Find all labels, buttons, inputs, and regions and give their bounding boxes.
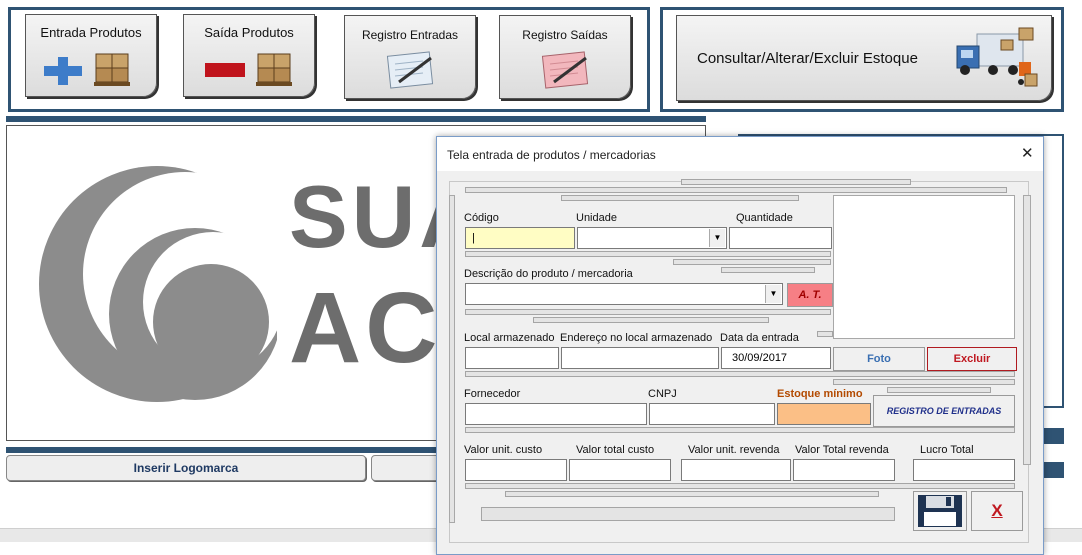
estoque-minimo-label: Estoque mínimo xyxy=(777,388,863,400)
bar xyxy=(465,371,1015,377)
valor-unit-custo-input[interactable] xyxy=(465,459,567,481)
cnpj-label: CNPJ xyxy=(648,388,677,400)
notepad-pen-icon xyxy=(541,51,589,89)
bar xyxy=(465,483,1015,489)
bar xyxy=(561,195,799,201)
data-input[interactable]: 30/09/2017 xyxy=(721,347,831,369)
boxes-icon xyxy=(94,53,130,86)
valor-unit-revenda-label: Valor unit. revenda xyxy=(688,444,780,456)
bar xyxy=(533,317,769,323)
lucro-total-input[interactable] xyxy=(913,459,1015,481)
bar xyxy=(673,259,831,265)
bar xyxy=(817,331,833,337)
inserir-logomarca-button[interactable]: Inserir Logomarca xyxy=(6,455,366,481)
at-button[interactable]: A. T. xyxy=(787,283,833,307)
registro-entradas-button[interactable]: Registro Entradas xyxy=(344,15,476,99)
quantidade-label: Quantidade xyxy=(736,212,793,224)
close-icon[interactable]: ✕ xyxy=(1021,144,1034,162)
valor-total-revenda-input[interactable] xyxy=(793,459,895,481)
product-image-box[interactable] xyxy=(833,195,1015,339)
bar xyxy=(505,491,879,497)
unidade-label: Unidade xyxy=(576,212,617,224)
logo-text-line2: AC xyxy=(289,272,442,384)
descricao-label: Descrição do produto / mercadoria xyxy=(464,268,633,280)
codigo-label: Código xyxy=(464,212,499,224)
registro-saidas-button[interactable]: Registro Saídas xyxy=(499,15,631,99)
consultar-estoque-button[interactable]: Consultar/Alterar/Excluir Estoque xyxy=(676,15,1052,101)
progress-bar xyxy=(481,507,895,521)
valor-total-revenda-label: Valor Total revenda xyxy=(795,444,889,456)
close-x-button[interactable]: X xyxy=(971,491,1023,531)
left-scrollbar[interactable] xyxy=(449,195,455,523)
descricao-select[interactable]: ▼ xyxy=(465,283,783,305)
consultar-estoque-label: Consultar/Alterar/Excluir Estoque xyxy=(697,50,918,67)
save-button[interactable] xyxy=(913,491,967,531)
quantidade-input[interactable] xyxy=(729,227,832,249)
entrada-dialog: Tela entrada de produtos / mercadorias ✕… xyxy=(436,136,1044,555)
valor-unit-revenda-input[interactable] xyxy=(681,459,791,481)
foto-button[interactable]: Foto xyxy=(833,347,925,371)
bar xyxy=(465,251,831,257)
bar xyxy=(681,179,911,185)
plus-icon xyxy=(44,57,82,85)
data-label: Data da entrada xyxy=(720,332,799,344)
vertical-scrollbar[interactable] xyxy=(1023,195,1031,465)
endereco-label: Endereço no local armazenado xyxy=(560,332,713,344)
right-strip-2 xyxy=(1044,462,1064,478)
fornecedor-label: Fornecedor xyxy=(464,388,521,400)
bar xyxy=(465,309,831,315)
bar xyxy=(887,387,991,393)
unidade-select[interactable]: ▼ xyxy=(577,227,727,249)
minus-icon xyxy=(205,63,245,77)
valor-unit-custo-label: Valor unit. custo xyxy=(464,444,543,456)
endereco-input[interactable] xyxy=(561,347,719,369)
saida-produtos-button[interactable]: Saída Produtos xyxy=(183,14,315,97)
truck-forklift-icon xyxy=(956,27,1038,87)
registro-entradas-dialog-button[interactable]: REGISTRO DE ENTRADAS xyxy=(873,395,1015,427)
excluir-button[interactable]: Excluir xyxy=(927,347,1017,371)
valor-total-custo-input[interactable] xyxy=(569,459,671,481)
notepad-pen-icon xyxy=(386,51,434,89)
bar xyxy=(465,187,1007,193)
estoque-minimo-input[interactable] xyxy=(777,403,871,425)
bottom-bar xyxy=(6,447,446,453)
valor-total-custo-label: Valor total custo xyxy=(576,444,655,456)
entrada-produtos-label: Entrada Produtos xyxy=(40,25,142,40)
chevron-down-icon[interactable]: ▼ xyxy=(709,229,725,247)
boxes-icon xyxy=(256,53,292,86)
registro-saidas-label: Registro Saídas xyxy=(522,28,608,42)
chevron-down-icon[interactable]: ▼ xyxy=(765,285,781,303)
logo-rings-icon xyxy=(39,166,277,402)
bar xyxy=(833,379,1015,385)
right-strip-1 xyxy=(1044,428,1064,444)
lucro-total-label: Lucro Total xyxy=(920,444,974,456)
registro-entradas-label: Registro Entradas xyxy=(361,28,459,42)
local-label: Local armazenado xyxy=(464,332,555,344)
logo-top-bar xyxy=(6,116,706,122)
bar xyxy=(721,267,815,273)
fornecedor-input[interactable] xyxy=(465,403,647,425)
cnpj-input[interactable] xyxy=(649,403,775,425)
entrada-produtos-button[interactable]: Entrada Produtos xyxy=(25,14,157,97)
dialog-title: Tela entrada de produtos / mercadorias xyxy=(447,148,656,162)
dialog-titlebar: Tela entrada de produtos / mercadorias ✕ xyxy=(437,137,1043,171)
saida-produtos-label: Saída Produtos xyxy=(204,25,294,40)
local-input[interactable] xyxy=(465,347,559,369)
codigo-input[interactable]: | xyxy=(465,227,575,249)
bar xyxy=(465,427,1015,433)
floppy-disk-icon xyxy=(918,495,962,527)
